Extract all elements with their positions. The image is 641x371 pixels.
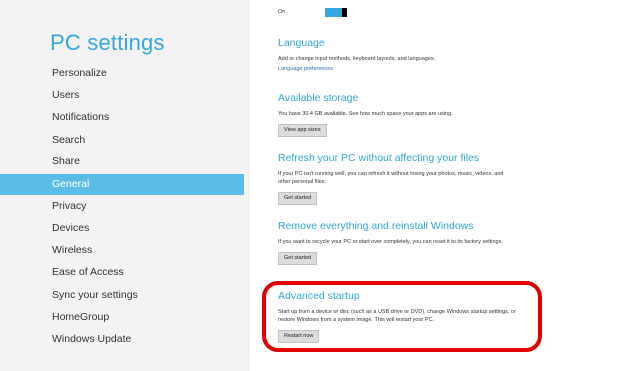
- nav-item-privacy[interactable]: Privacy: [0, 196, 244, 217]
- section-title: Available storage: [278, 92, 359, 104]
- section-description: If you want to recycle your PC or start …: [278, 239, 503, 245]
- refresh-get-started-button[interactable]: Get started: [278, 192, 318, 205]
- nav-item-personalize[interactable]: Personalize: [0, 63, 244, 84]
- language-preferences-link[interactable]: Language preferences: [278, 65, 618, 73]
- section-storage: Available storage You have 30.4 GB avail…: [278, 91, 618, 137]
- highlight-annotation: [262, 281, 542, 352]
- reinstall-get-started-button[interactable]: Get started: [278, 252, 318, 265]
- nav-item-users[interactable]: Users: [0, 85, 244, 106]
- nav-item-windows-update[interactable]: Windows Update: [0, 329, 244, 350]
- section-description: Add or change input methods, keyboard la…: [278, 56, 436, 62]
- section-title: Language: [278, 37, 325, 49]
- nav-item-devices[interactable]: Devices: [0, 218, 244, 239]
- nav-item-wireless[interactable]: Wireless: [0, 240, 244, 261]
- nav-item-homegroup[interactable]: HomeGroup: [0, 307, 244, 328]
- section-language: Language Add or change input methods, ke…: [278, 36, 618, 73]
- nav-item-sync-settings[interactable]: Sync your settings: [0, 285, 244, 306]
- section-description: If your PC isn't running well, you can r…: [278, 171, 504, 185]
- nav-item-notifications[interactable]: Notifications: [0, 107, 244, 128]
- page-title: PC settings: [50, 30, 165, 55]
- view-app-sizes-button[interactable]: View app sizes: [278, 124, 327, 137]
- left-pane: PC settings Personalize Users Notificati…: [0, 0, 250, 371]
- nav-item-ease-of-access[interactable]: Ease of Access: [0, 262, 244, 283]
- nav-item-search[interactable]: Search: [0, 130, 244, 151]
- section-title: Refresh your PC without affecting your f…: [278, 152, 480, 164]
- toggle-switch[interactable]: [325, 8, 347, 17]
- section-description: You have 30.4 GB available. See how much…: [278, 111, 453, 117]
- nav-item-share[interactable]: Share: [0, 151, 244, 172]
- section-refresh: Refresh your PC without affecting your f…: [278, 151, 618, 205]
- section-reinstall: Remove everything and reinstall Windows …: [278, 219, 618, 265]
- section-title: Remove everything and reinstall Windows: [278, 220, 474, 232]
- toggle-label: On: [278, 9, 286, 15]
- nav-item-general[interactable]: General: [0, 174, 244, 195]
- toggle-knob: [342, 8, 347, 17]
